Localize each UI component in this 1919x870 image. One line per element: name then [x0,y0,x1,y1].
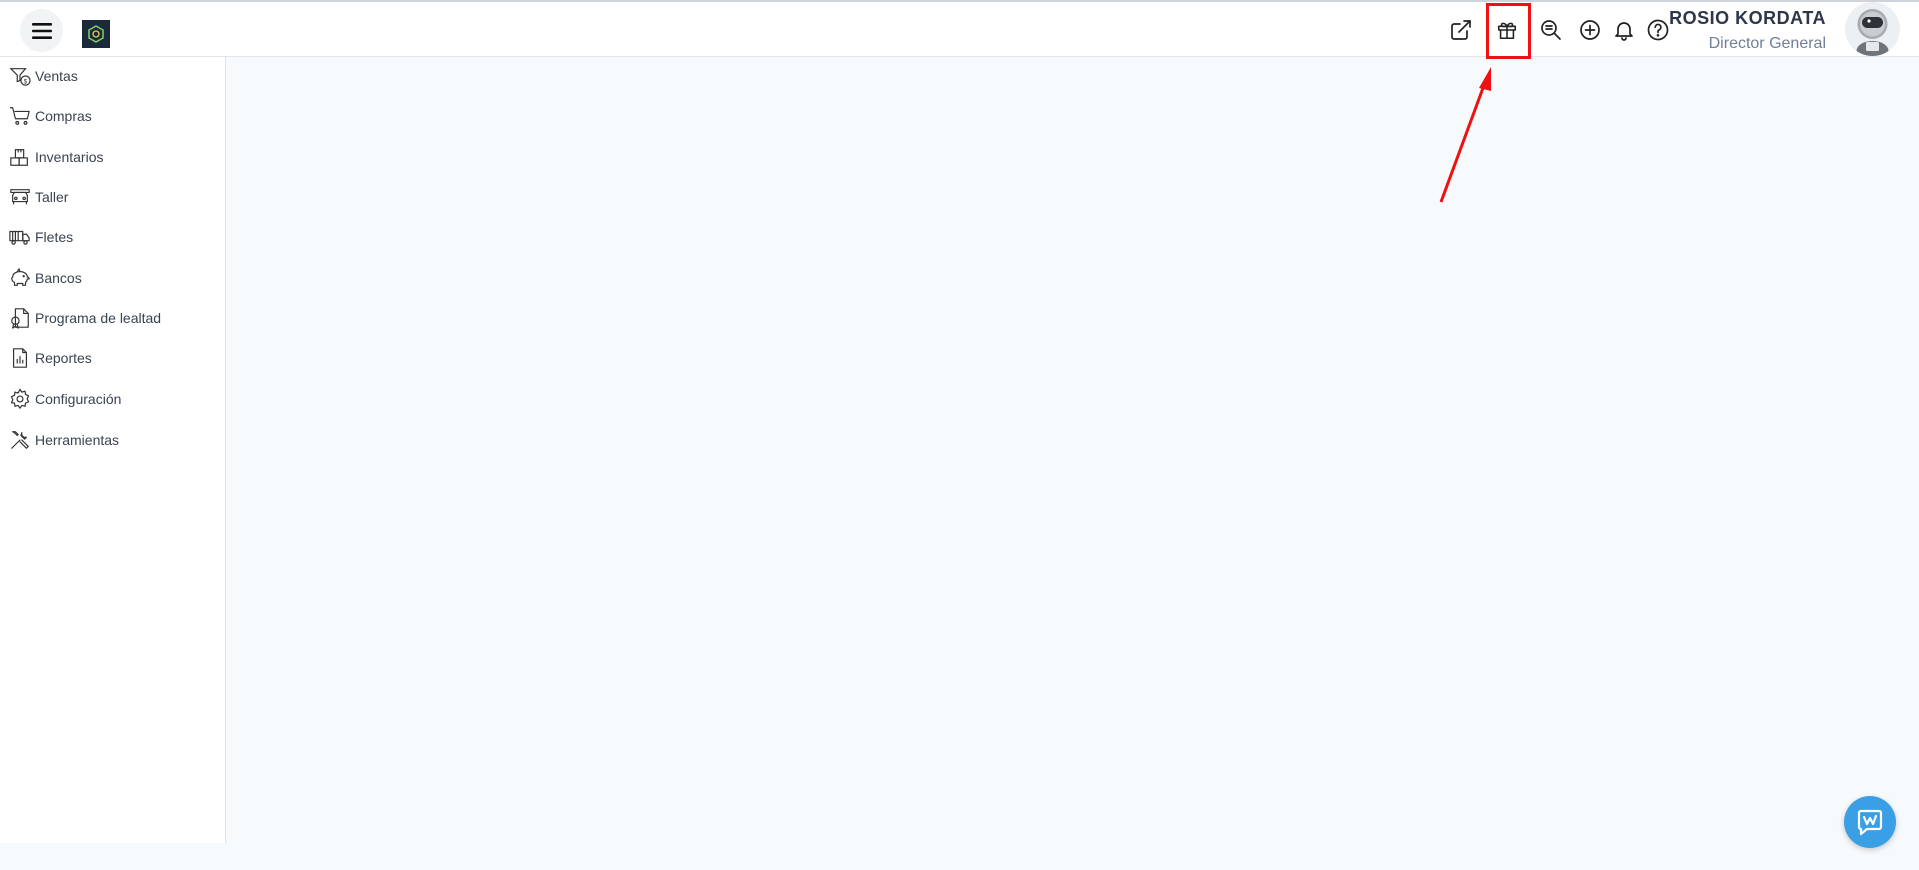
sidebar-item-label: Programa de lealtad [35,310,162,326]
chat-button[interactable] [1844,796,1896,848]
sidebar-item-bancos[interactable]: Bancos [8,265,82,291]
search-zoom-icon [1541,20,1561,40]
search-button[interactable] [1537,16,1565,44]
sidebar-item-ventas[interactable]: $ Ventas [8,63,78,89]
sidebar-item-label: Ventas [35,68,78,84]
sidebar-item-label: Bancos [35,270,82,286]
help-button[interactable] [1644,16,1672,44]
truck-icon [9,230,30,245]
sidebar-item-herramientas[interactable]: Herramientas [8,427,119,453]
annotation-highlight-box [1486,3,1531,59]
annotation-arrow [1439,67,1491,203]
svg-text:$: $ [24,78,28,85]
chat-icon [1857,809,1883,836]
sidebar-item-fletes[interactable]: Fletes [8,224,73,250]
tools-icon [11,431,29,449]
notifications-button[interactable] [1610,16,1638,44]
astronaut-avatar-icon [1856,9,1889,56]
avatar[interactable] [1845,2,1900,56]
hamburger-icon [31,22,52,39]
add-circle-icon [1580,20,1600,40]
help-icon [1647,19,1669,41]
boxes-icon [10,149,28,166]
user-name: ROSIO KORDATA [1669,8,1826,28]
bell-icon [1615,22,1633,41]
sidebar-item-label: Compras [35,108,92,124]
car-icon [10,189,30,205]
top-bar: ROSIO KORDATA Director General [0,0,1919,57]
app-logo[interactable] [82,20,110,48]
sidebar-item-label: Taller [35,189,69,205]
sidebar-item-compras[interactable]: Compras [8,103,92,129]
user-role: Director General [1708,35,1826,52]
sidebar-item-reportes[interactable]: Reportes [8,345,92,371]
cart-icon [9,107,30,125]
footer-strip [0,843,1919,870]
sidebar-item-taller[interactable]: Taller [8,184,68,210]
sidebar-item-label: Reportes [35,350,92,366]
menu-toggle-button[interactable] [20,9,63,52]
logo-icon [88,25,104,43]
report-icon [12,348,28,368]
sidebar-item-label: Fletes [35,229,74,245]
gear-icon [10,388,30,409]
sidebar-item-label: Configuración [35,391,122,407]
external-link-button[interactable] [1447,16,1475,44]
sidebar-item-label: Inventarios [35,149,104,165]
external-link-icon [1451,20,1471,40]
sidebar-item-label: Herramientas [35,432,120,448]
sidebar-item-inventarios[interactable]: Inventarios [8,144,103,170]
sidebar-item-programa-de-lealtad[interactable]: Programa de lealtad [8,305,161,331]
loyalty-icon [11,308,29,329]
sidebar: $ Ventas Compras Inventarios Taller Flet… [0,57,226,843]
add-button[interactable] [1576,16,1604,44]
sidebar-item-configuracion[interactable]: Configuración [8,386,121,412]
sales-icon: $ [9,68,31,86]
piggy-bank-icon [11,268,30,286]
